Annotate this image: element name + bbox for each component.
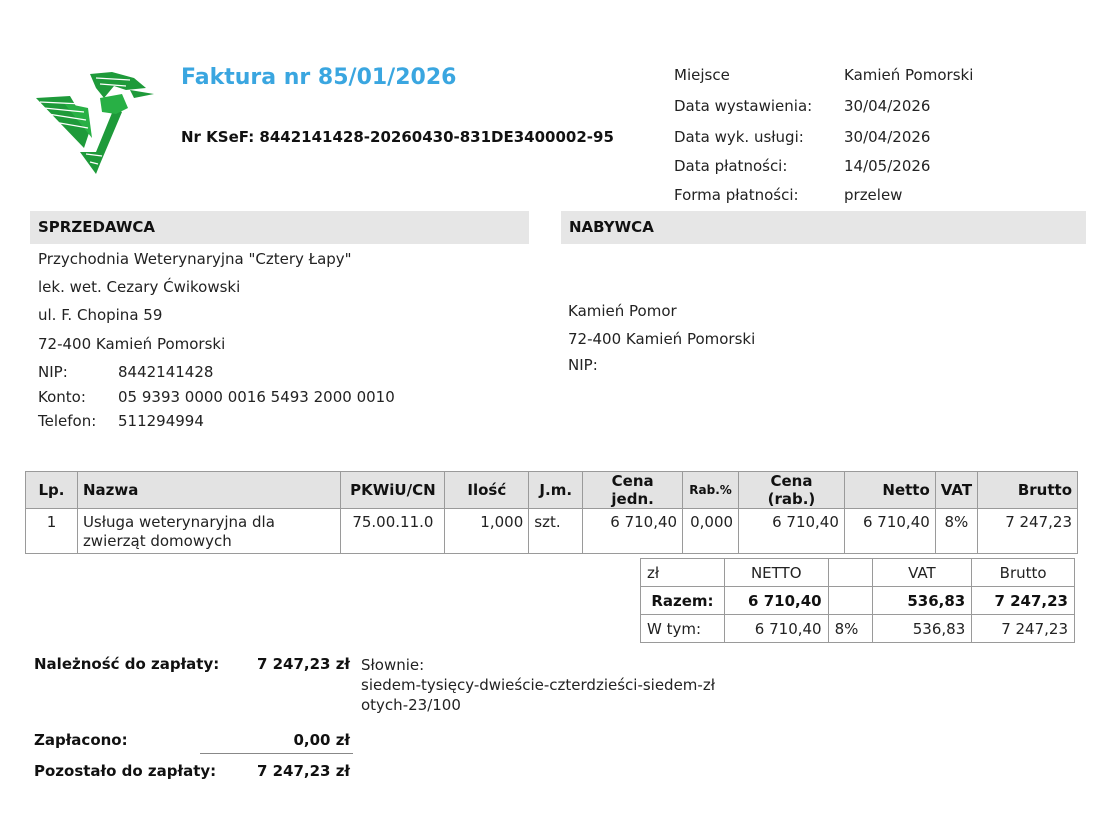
meta-service-date-value: 30/04/2026 bbox=[844, 128, 931, 146]
seller-city: 72-400 Kamień Pomorski bbox=[38, 335, 226, 353]
cell-rab: 0,000 bbox=[682, 508, 740, 554]
buyer-header: NABYWCA bbox=[561, 211, 1086, 244]
ksef-number: Nr KSeF: 8442141428-20260430-831DE340000… bbox=[181, 128, 614, 146]
cell-pkwiu: 75.00.11.0 bbox=[340, 508, 446, 554]
table-row: 1 Usługa weterynaryjna dla zwierząt domo… bbox=[25, 508, 1078, 554]
cell-jm: szt. bbox=[528, 508, 584, 554]
meta-issue-date-value: 30/04/2026 bbox=[844, 97, 931, 115]
col-nazwa: Nazwa bbox=[76, 471, 342, 509]
buyer-city: 72-400 Kamień Pomorski bbox=[568, 330, 756, 348]
words-line1: siedem-tysięcy-dwieście-czterdzieści-sie… bbox=[361, 676, 715, 694]
remaining-value: 7 247,23 zł bbox=[256, 762, 350, 780]
summary-total-brutto: 7 247,23 bbox=[971, 586, 1075, 615]
items-header-row: Lp. Nazwa PKWiU/CN Ilość J.m. Cena jedn.… bbox=[25, 471, 1078, 509]
summary-head-vat: VAT bbox=[871, 558, 973, 587]
summary-head-netto: NETTO bbox=[723, 558, 829, 587]
seller-street: ul. F. Chopina 59 bbox=[38, 306, 163, 324]
cell-cena: 6 710,40 bbox=[582, 508, 684, 554]
amount-due-value: 7 247,23 zł bbox=[256, 655, 350, 673]
cell-lp: 1 bbox=[25, 508, 78, 554]
clinic-logo bbox=[36, 72, 154, 174]
buyer-heading: NABYWCA bbox=[569, 218, 654, 236]
remaining-label: Pozostało do zapłaty: bbox=[34, 762, 217, 780]
col-vat: VAT bbox=[934, 471, 979, 509]
seller-nip: 8442141428 bbox=[118, 363, 214, 381]
amount-due-label: Należność do zapłaty: bbox=[34, 655, 220, 673]
summary-breakdown-label: W tym: bbox=[640, 614, 725, 643]
meta-payment-method-value: przelew bbox=[844, 186, 903, 204]
meta-place-value: Kamień Pomorski bbox=[844, 66, 974, 84]
col-cena: Cena jedn. bbox=[582, 471, 684, 509]
col-cena-rab: Cena (rab.) bbox=[738, 471, 845, 509]
seller-nip-label: NIP: bbox=[38, 363, 68, 381]
cell-cena-rab: 6 710,40 bbox=[738, 508, 845, 554]
summary-breakdown-row: W tym: 6 710,40 8% 536,83 7 247,23 bbox=[640, 614, 1075, 643]
col-jm: J.m. bbox=[528, 471, 584, 509]
seller-account-label: Konto: bbox=[38, 388, 86, 406]
summary-breakdown-netto: 6 710,40 bbox=[723, 614, 829, 643]
seller-phone: 511294994 bbox=[118, 412, 204, 430]
col-lp: Lp. bbox=[25, 471, 78, 509]
paid-divider bbox=[200, 753, 353, 754]
summary-table: zł NETTO VAT Brutto Razem: 6 710,40 536,… bbox=[640, 558, 1075, 643]
words-line2: otych-23/100 bbox=[361, 696, 461, 714]
paid-value: 0,00 zł bbox=[293, 731, 350, 749]
seller-header: SPRZEDAWCA bbox=[30, 211, 529, 244]
summary-head-brutto: Brutto bbox=[971, 558, 1075, 587]
seller-phone-label: Telefon: bbox=[38, 412, 97, 430]
summary-total-netto: 6 710,40 bbox=[723, 586, 829, 615]
summary-total-row: Razem: 6 710,40 536,83 7 247,23 bbox=[640, 586, 1075, 615]
meta-payment-date-label: Data płatności: bbox=[674, 157, 788, 175]
buyer-line1: Kamień Pomor bbox=[568, 302, 677, 320]
summary-total-vat: 536,83 bbox=[871, 586, 973, 615]
buyer-nip-label: NIP: bbox=[568, 356, 598, 374]
summary-breakdown-vat: 536,83 bbox=[871, 614, 973, 643]
invoice-title: Faktura nr 85/01/2026 bbox=[181, 65, 457, 90]
cell-brutto: 7 247,23 bbox=[977, 508, 1078, 554]
summary-head-empty bbox=[827, 558, 873, 587]
summary-breakdown-rate: 8% bbox=[827, 614, 873, 643]
cell-ilosc: 1,000 bbox=[444, 508, 530, 554]
meta-payment-method-label: Forma płatności: bbox=[674, 186, 799, 204]
summary-header-row: zł NETTO VAT Brutto bbox=[640, 558, 1075, 587]
summary-currency: zł bbox=[640, 558, 725, 587]
col-brutto: Brutto bbox=[977, 471, 1078, 509]
col-rab: Rab.% bbox=[682, 471, 740, 509]
col-pkwiu: PKWiU/CN bbox=[340, 471, 446, 509]
meta-issue-date-label: Data wystawienia: bbox=[674, 97, 813, 115]
seller-account: 05 9393 0000 0016 5493 2000 0010 bbox=[118, 388, 395, 406]
paid-label: Zapłacono: bbox=[34, 731, 128, 749]
seller-name: Przychodnia Weterynaryjna "Cztery Łapy" bbox=[38, 250, 352, 268]
summary-breakdown-brutto: 7 247,23 bbox=[971, 614, 1075, 643]
words-label: Słownie: bbox=[361, 656, 425, 674]
seller-heading: SPRZEDAWCA bbox=[38, 218, 156, 236]
col-netto: Netto bbox=[843, 471, 936, 509]
summary-total-empty bbox=[827, 586, 873, 615]
seller-person: lek. wet. Cezary Ćwikowski bbox=[38, 278, 241, 296]
meta-place-label: Miejsce bbox=[674, 66, 730, 84]
meta-service-date-label: Data wyk. usługi: bbox=[674, 128, 804, 146]
meta-payment-date-value: 14/05/2026 bbox=[844, 157, 931, 175]
cell-netto: 6 710,40 bbox=[843, 508, 936, 554]
summary-total-label: Razem: bbox=[640, 586, 725, 615]
items-table: Lp. Nazwa PKWiU/CN Ilość J.m. Cena jedn.… bbox=[25, 471, 1078, 554]
cell-nazwa: Usługa weterynaryjna dla zwierząt domowy… bbox=[76, 508, 342, 554]
col-ilosc: Ilość bbox=[444, 471, 530, 509]
cell-vat: 8% bbox=[934, 508, 979, 554]
